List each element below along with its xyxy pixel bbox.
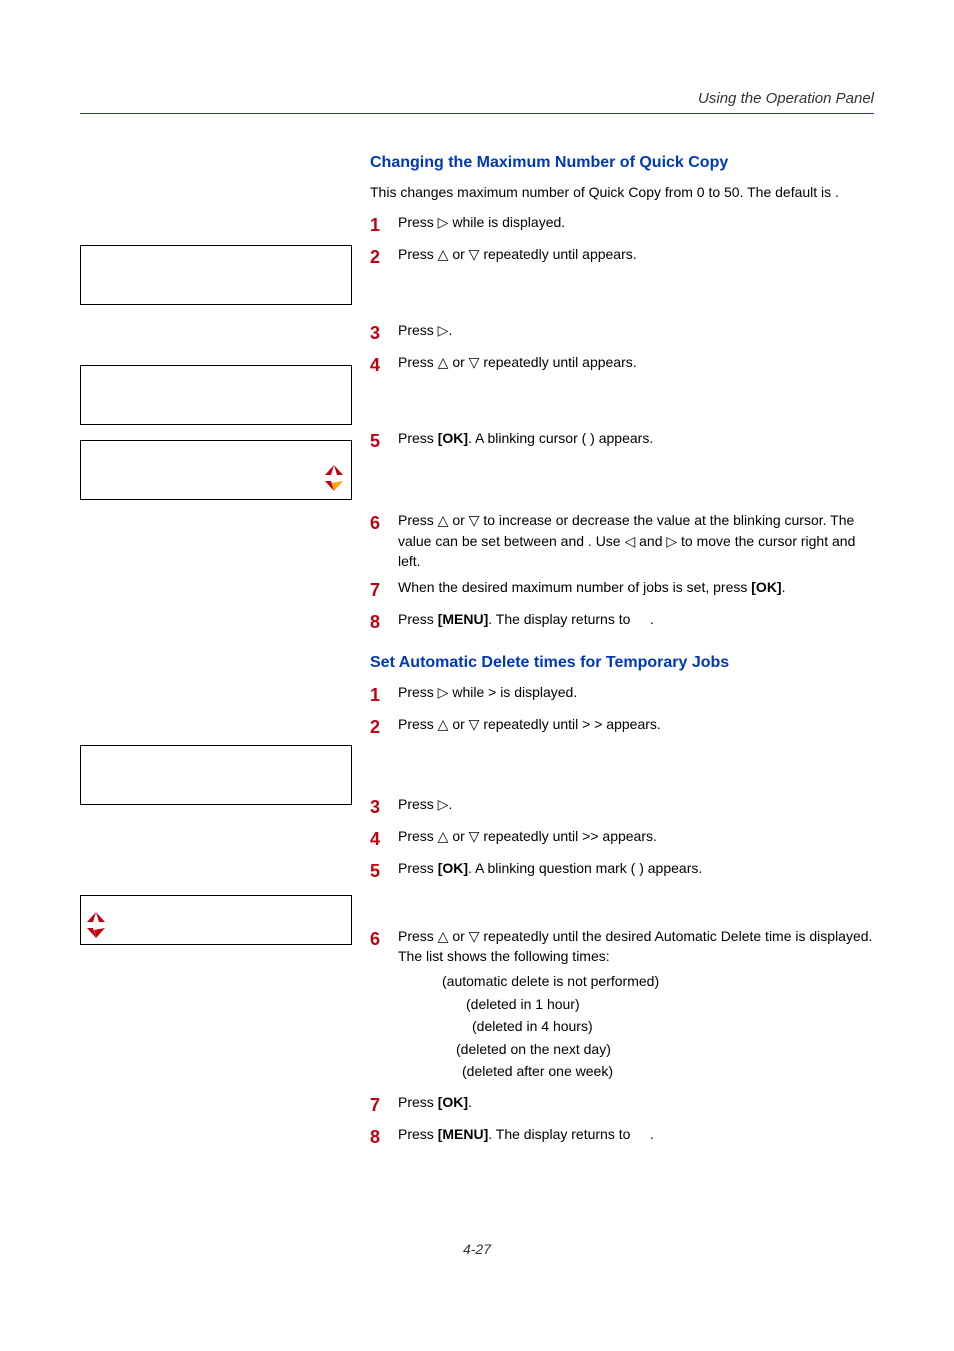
step-text: Press [OK].	[398, 1092, 874, 1112]
step-text: Press ▷ while > is displayed.	[398, 682, 874, 702]
list-item: (deleted on the next day)	[456, 1038, 874, 1060]
step-row: 3 Press ▷.	[370, 320, 874, 346]
running-header: Using the Operation Panel	[80, 90, 874, 114]
cursor-indicator-bot-2	[87, 924, 105, 940]
section2-heading: Set Automatic Delete times for Temporary…	[370, 654, 874, 672]
step-number: 6	[370, 510, 398, 536]
step-number: 7	[370, 1092, 398, 1118]
step-number: 8	[370, 1124, 398, 1150]
list-item: (deleted in 1 hour)	[466, 993, 874, 1015]
step-row: 6 Press △ or ▽ repeatedly until the desi…	[370, 926, 874, 1087]
step-row: 6 Press △ or ▽ to increase or decrease t…	[370, 510, 874, 571]
step-text: Press △ or ▽ repeatedly until appears.	[398, 352, 874, 372]
step-text: Press △ or ▽ to increase or decrease the…	[398, 510, 874, 571]
display-box-1	[80, 245, 352, 305]
display-box-2	[80, 365, 352, 425]
step-text: Press [OK]. A blinking cursor ( ) appear…	[398, 428, 874, 448]
section1-heading: Changing the Maximum Number of Quick Cop…	[370, 154, 874, 172]
step-number: 6	[370, 926, 398, 952]
step-row: 2 Press △ or ▽ repeatedly until > > appe…	[370, 714, 874, 788]
display-box-4	[80, 745, 352, 805]
list-item: (automatic delete is not performed)	[442, 970, 874, 992]
step-text: Press △ or ▽ repeatedly until >> appears…	[398, 826, 874, 846]
step-text: Press [MENU]. The display returns to .	[398, 1124, 874, 1144]
step-row: 8 Press [MENU]. The display returns to .	[370, 1124, 874, 1150]
step6-intro: Press △ or ▽ repeatedly until the desire…	[398, 928, 872, 964]
step-number: 4	[370, 352, 398, 378]
section1-intro: This changes maximum number of Quick Cop…	[370, 182, 874, 202]
display-box-5	[80, 895, 352, 945]
step-number: 7	[370, 577, 398, 603]
step-row: 7 Press [OK].	[370, 1092, 874, 1118]
step-number: 5	[370, 858, 398, 884]
cursor-indicator-top	[325, 461, 343, 477]
step-number: 3	[370, 320, 398, 346]
step-row: 2 Press △ or ▽ repeatedly until appears.	[370, 244, 874, 314]
step-number: 1	[370, 682, 398, 708]
page-number: 4-27	[80, 1241, 874, 1257]
step-text: Press [OK]. A blinking question mark ( )…	[398, 858, 874, 878]
step-number: 4	[370, 826, 398, 852]
list-item: (deleted after one week)	[462, 1060, 874, 1082]
step-row: 7 When the desired maximum number of job…	[370, 577, 874, 603]
list-item: (deleted in 4 hours)	[472, 1015, 874, 1037]
step-number: 5	[370, 428, 398, 454]
step-row: 8 Press [MENU]. The display returns to .	[370, 609, 874, 635]
step-text: Press △ or ▽ repeatedly until appears.	[398, 244, 874, 264]
step-text: Press ▷ while is displayed.	[398, 212, 874, 232]
step-number: 3	[370, 794, 398, 820]
cursor-indicator-bot	[325, 477, 343, 493]
display-box-3	[80, 440, 352, 500]
delete-times-list: (automatic delete is not performed) (del…	[442, 970, 874, 1082]
step-row: 1 Press ▷ while is displayed.	[370, 212, 874, 238]
step-text: Press △ or ▽ repeatedly until the desire…	[398, 926, 874, 1087]
step-text: When the desired maximum number of jobs …	[398, 577, 874, 597]
step-number: 1	[370, 212, 398, 238]
step-row: 4 Press △ or ▽ repeatedly until appears.	[370, 352, 874, 422]
step-text: Press △ or ▽ repeatedly until > > appear…	[398, 714, 874, 734]
step-text: Press [MENU]. The display returns to .	[398, 609, 874, 629]
step-row: 1 Press ▷ while > is displayed.	[370, 682, 874, 708]
step-text: Press ▷.	[398, 794, 874, 814]
step-row: 5 Press [OK]. A blinking cursor ( ) appe…	[370, 428, 874, 504]
step-number: 2	[370, 244, 398, 270]
step-row: 5 Press [OK]. A blinking question mark (…	[370, 858, 874, 920]
step-row: 3 Press ▷.	[370, 794, 874, 820]
step-text: Press ▷.	[398, 320, 874, 340]
step-row: 4 Press △ or ▽ repeatedly until >> appea…	[370, 826, 874, 852]
step-number: 2	[370, 714, 398, 740]
step-number: 8	[370, 609, 398, 635]
cursor-indicator-top-2	[87, 908, 105, 924]
